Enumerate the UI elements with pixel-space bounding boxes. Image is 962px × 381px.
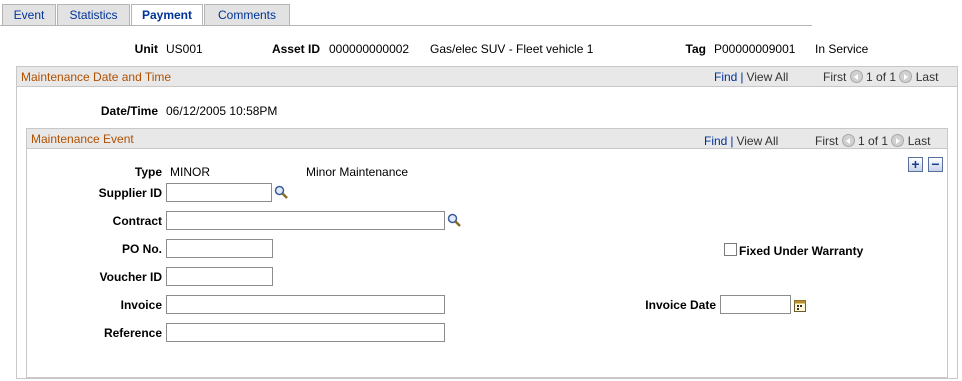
- maintenance-date-header: Maintenance Date and Time Find | View All …: [17, 67, 957, 87]
- tab-payment[interactable]: Payment: [131, 4, 203, 26]
- next-circle-icon[interactable]: [891, 134, 905, 147]
- view-all-link[interactable]: View All: [746, 70, 788, 84]
- invoice-date-label: Invoice Date: [645, 298, 716, 312]
- row-count: 1 of 1: [866, 70, 897, 84]
- po-number-input[interactable]: [166, 239, 273, 258]
- lookup-icon[interactable]: [274, 185, 288, 199]
- nav-separator: |: [730, 134, 734, 148]
- maintenance-event-nav: Find | View All: [704, 134, 778, 148]
- datetime-label: Date/Time: [100, 104, 158, 118]
- tag-label: Tag: [685, 42, 706, 56]
- event-last-label[interactable]: Last: [908, 134, 931, 148]
- invoice-date-input[interactable]: [720, 295, 791, 314]
- nav-separator: |: [740, 70, 744, 84]
- calendar-icon[interactable]: [794, 299, 806, 312]
- contract-label: Contract: [112, 214, 162, 228]
- tab-comments[interactable]: Comments: [204, 4, 290, 25]
- contract-input[interactable]: [166, 211, 445, 230]
- fixed-under-warranty-checkbox[interactable]: [724, 243, 737, 256]
- reference-label: Reference: [103, 326, 162, 340]
- invoice-label: Invoice: [120, 298, 162, 312]
- po-number-label: PO No.: [121, 242, 162, 256]
- maintenance-event-pager: First 1 of 1 Last: [815, 134, 930, 148]
- tag-value: P00000009001: [714, 42, 796, 56]
- tab-divider: [0, 25, 812, 26]
- maintenance-date-nav: Find | View All: [714, 70, 788, 84]
- event-first-label[interactable]: First: [815, 134, 838, 148]
- type-value: MINOR: [170, 165, 210, 179]
- asset-status: In Service: [815, 42, 869, 56]
- add-row-icon[interactable]: +: [908, 157, 923, 172]
- tab-statistics[interactable]: Statistics: [57, 4, 130, 25]
- maintenance-date-title: Maintenance Date and Time: [21, 70, 172, 84]
- maintenance-date-pager: First 1 of 1 Last: [823, 70, 938, 84]
- event-find-link[interactable]: Find: [704, 134, 727, 148]
- delete-row-icon[interactable]: −: [928, 157, 943, 172]
- supplier-id-input[interactable]: [166, 183, 272, 202]
- event-view-all-link[interactable]: View All: [736, 134, 778, 148]
- prev-circle-icon[interactable]: [841, 134, 855, 147]
- last-label[interactable]: Last: [916, 70, 939, 84]
- tab-event[interactable]: Event: [2, 4, 56, 25]
- maintenance-event-header: Maintenance Event Find | View All First 1 …: [27, 129, 947, 149]
- voucher-id-input[interactable]: [166, 267, 273, 286]
- unit-value: US001: [166, 42, 203, 56]
- find-link[interactable]: Find: [714, 70, 737, 84]
- voucher-id-label: Voucher ID: [99, 270, 162, 284]
- prev-circle-icon[interactable]: [849, 70, 863, 83]
- type-description: Minor Maintenance: [306, 165, 409, 179]
- unit-label: Unit: [134, 42, 158, 56]
- asset-id-value: 000000000002: [329, 42, 410, 56]
- invoice-input[interactable]: [166, 295, 445, 314]
- type-label: Type: [134, 165, 162, 179]
- asset-id-label: Asset ID: [271, 42, 320, 56]
- first-label[interactable]: First: [823, 70, 846, 84]
- reference-input[interactable]: [166, 323, 445, 342]
- datetime-value: 06/12/2005 10:58PM: [166, 104, 278, 118]
- fixed-under-warranty-label: Fixed Under Warranty: [739, 244, 864, 258]
- supplier-id-label: Supplier ID: [98, 186, 162, 200]
- event-row-count: 1 of 1: [858, 134, 889, 148]
- next-circle-icon[interactable]: [899, 70, 913, 83]
- asset-description: Gas/elec SUV - Fleet vehicle 1: [430, 42, 594, 56]
- lookup-icon[interactable]: [447, 213, 461, 227]
- maintenance-event-title: Maintenance Event: [31, 132, 134, 146]
